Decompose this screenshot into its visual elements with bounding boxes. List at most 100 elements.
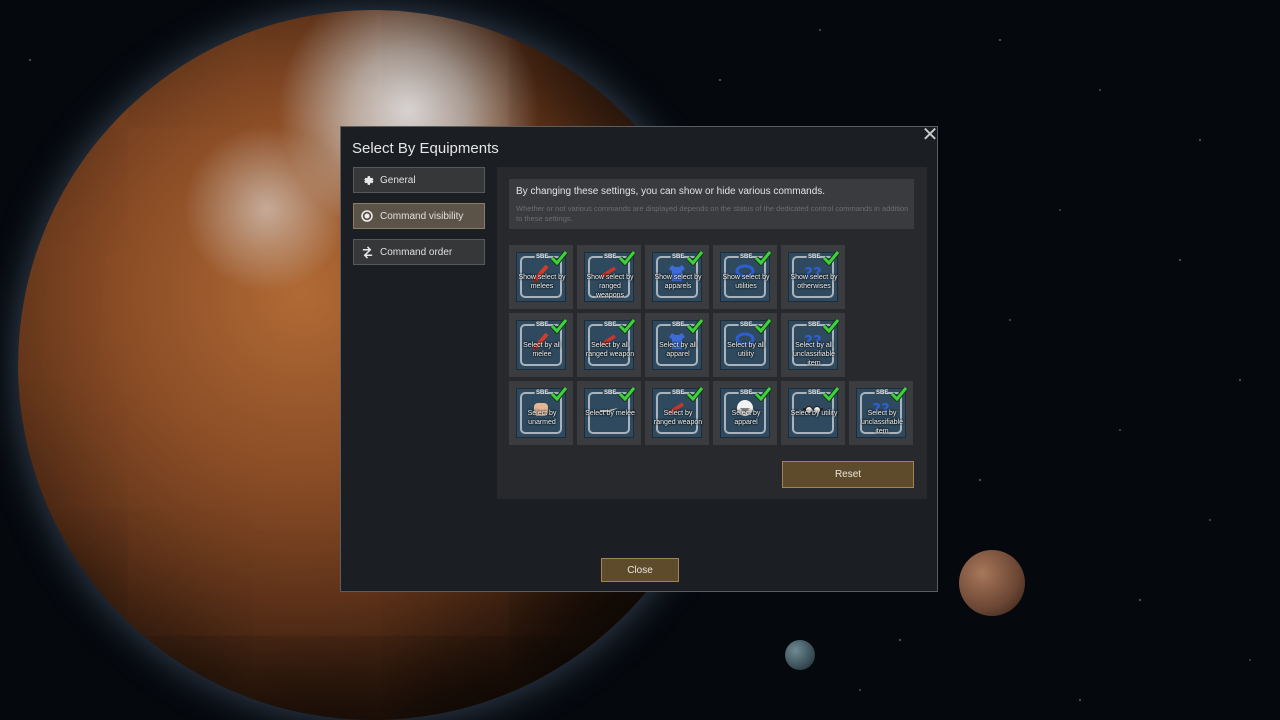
info-box: By changing these settings, you can show… <box>509 179 914 229</box>
checkmark-icon <box>822 386 840 407</box>
sbe-badge: SBE <box>740 322 753 328</box>
checkmark-icon <box>618 386 636 407</box>
tile-label: Select by melee <box>585 410 635 417</box>
command-tile[interactable]: SBE Select by all ranged weapon <box>577 313 641 377</box>
sbe-badge: SBE <box>876 390 889 396</box>
sbe-badge: SBE <box>672 322 685 328</box>
command-tile[interactable]: SBE Select by utility <box>781 381 845 445</box>
close-button[interactable]: Close <box>601 558 679 582</box>
checkmark-icon <box>618 318 636 339</box>
command-tile[interactable]: SBE Show select by ranged weapons <box>577 245 641 309</box>
tile-label: Select by all utility <box>727 342 765 358</box>
tile-label: Select by all apparel <box>659 342 697 358</box>
tile-icon-frame: SBE Show select by apparels <box>652 250 704 302</box>
tile-label: Select by utility <box>790 410 838 417</box>
tile-label: Select by unclassifiable item <box>860 410 904 435</box>
sbe-badge: SBE <box>536 322 549 328</box>
settings-nav: General Command visibility Command order <box>353 167 485 275</box>
tile-icon-frame: SBE Select by apparel <box>720 386 772 438</box>
tile-icon-frame: SBE Show select by utilities <box>720 250 772 302</box>
checkmark-icon <box>822 250 840 271</box>
command-tile[interactable]: SBE Select by all apparel <box>645 313 709 377</box>
tile-icon-frame: SBE Select by all ranged weapon <box>584 318 636 370</box>
tile-label: Select by unarmed <box>527 410 557 426</box>
tile-icon-frame: SBE Show select by ranged weapons <box>584 250 636 302</box>
tile-icon-frame: SBE?? Show select by otherwises <box>788 250 840 302</box>
moon-image <box>959 550 1025 616</box>
nav-item-label: Command order <box>380 246 453 258</box>
tile-icon-frame: SBE Select by all melee <box>516 318 568 370</box>
checkmark-icon <box>754 386 772 407</box>
tile-label: Select by all ranged weapon <box>585 342 635 358</box>
sbe-badge: SBE <box>536 254 549 260</box>
tile-label: Show select by otherwises <box>790 274 838 290</box>
command-tile[interactable]: SBE?? Select by all unclassifiable item <box>781 313 845 377</box>
command-tile[interactable]: SBE Show select by melees <box>509 245 573 309</box>
small-moon-image <box>785 640 815 670</box>
checkmark-icon <box>754 318 772 339</box>
sbe-badge: SBE <box>536 390 549 396</box>
close-icon[interactable]: ✕ <box>921 125 939 145</box>
tile-icon-frame: SBE Select by melee <box>584 386 636 438</box>
sbe-badge: SBE <box>740 254 753 260</box>
command-visibility-panel: By changing these settings, you can show… <box>497 167 927 499</box>
command-tile[interactable]: SBE Show select by utilities <box>713 245 777 309</box>
checkmark-icon <box>618 250 636 271</box>
tile-label: Show select by melees <box>518 274 566 290</box>
select-by-equipments-dialog: ✕ Select By Equipments General Command v… <box>340 125 939 592</box>
sbe-badge: SBE <box>672 254 685 260</box>
tile-icon-frame: SBE Select by ranged weapon <box>652 386 704 438</box>
tile-icon-frame: SBE?? Select by unclassifiable item <box>856 386 908 438</box>
tile-label: Select by all melee <box>523 342 561 358</box>
nav-item-command-order[interactable]: Command order <box>353 239 485 265</box>
command-tile[interactable]: SBE Select by melee <box>577 381 641 445</box>
reset-button[interactable]: Reset <box>782 461 914 488</box>
command-tile[interactable]: SBE Select by all melee <box>509 313 573 377</box>
tile-icon-frame: SBE Select by all apparel <box>652 318 704 370</box>
tile-label: Select by apparel <box>731 410 761 426</box>
checkmark-icon <box>822 318 840 339</box>
checkmark-icon <box>550 250 568 271</box>
sbe-badge: SBE <box>604 254 617 260</box>
tile-icon-frame: SBE Select by utility <box>788 386 840 438</box>
nav-item-general[interactable]: General <box>353 167 485 193</box>
sbe-badge: SBE <box>604 390 617 396</box>
sbe-badge: SBE <box>808 254 821 260</box>
checkmark-icon <box>890 386 908 407</box>
checkmark-icon <box>686 386 704 407</box>
tile-label: Select by all unclassifiable item <box>792 342 836 367</box>
sbe-badge: SBE <box>808 322 821 328</box>
dialog-title: Select By Equipments <box>352 140 499 157</box>
radio-icon <box>360 209 374 223</box>
nav-item-label: Command visibility <box>380 210 464 222</box>
command-tile[interactable]: SBE Select by apparel <box>713 381 777 445</box>
sbe-badge: SBE <box>740 390 753 396</box>
tile-label: Show select by ranged weapons <box>586 274 634 299</box>
info-subtext: Whether or not various commands are disp… <box>516 204 909 223</box>
tile-label: Select by ranged weapon <box>653 410 703 426</box>
checkmark-icon <box>550 386 568 407</box>
checkmark-icon <box>686 250 704 271</box>
checkmark-icon <box>686 318 704 339</box>
sbe-badge: SBE <box>604 322 617 328</box>
tile-label: Show select by apparels <box>654 274 702 290</box>
tile-icon-frame: SBE Show select by melees <box>516 250 568 302</box>
checkmark-icon <box>550 318 568 339</box>
reorder-icon <box>360 245 374 259</box>
command-tile[interactable]: SBE?? Show select by otherwises <box>781 245 845 309</box>
sbe-badge: SBE <box>672 390 685 396</box>
command-tile[interactable]: SBE Select by ranged weapon <box>645 381 709 445</box>
tile-icon-frame: SBE Select by unarmed <box>516 386 568 438</box>
command-tile[interactable]: SBE Select by unarmed <box>509 381 573 445</box>
tile-icon-frame: SBE?? Select by all unclassifiable item <box>788 318 840 370</box>
command-tile[interactable]: SBE Show select by apparels <box>645 245 709 309</box>
tile-icon-frame: SBE Select by all utility <box>720 318 772 370</box>
checkmark-icon <box>754 250 772 271</box>
sbe-badge: SBE <box>808 390 821 396</box>
gear-icon <box>360 173 374 187</box>
command-tile[interactable]: SBE Select by all utility <box>713 313 777 377</box>
nav-item-command-visibility[interactable]: Command visibility <box>353 203 485 229</box>
nav-item-label: General <box>380 174 416 186</box>
tile-label: Show select by utilities <box>722 274 770 290</box>
command-tile[interactable]: SBE?? Select by unclassifiable item <box>849 381 913 445</box>
